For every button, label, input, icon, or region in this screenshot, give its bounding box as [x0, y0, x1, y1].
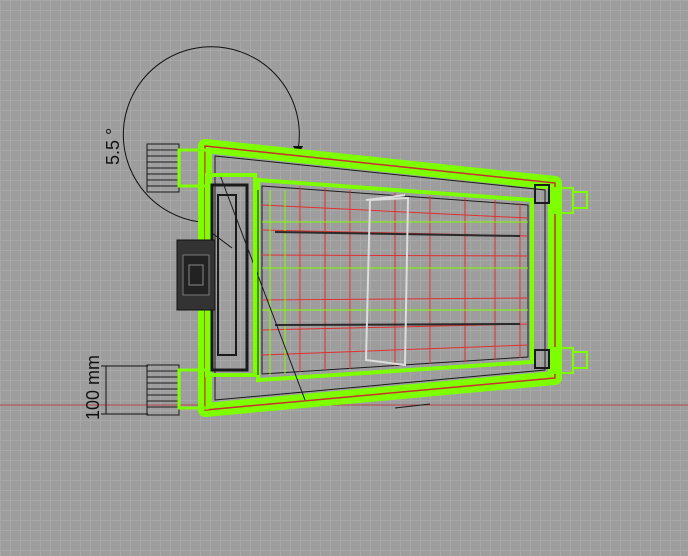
basket-rail [364, 194, 410, 367]
width-label: 100 mm [83, 355, 103, 420]
basket-grid-red [299, 186, 521, 372]
angle-label: 5.5 ° [103, 128, 123, 165]
basket-rods [274, 231, 521, 326]
width-dimension: 100 mm [83, 355, 148, 420]
cart-wireframe [146, 139, 588, 417]
drawing-canvas[interactable]: 5.5 ° 100 mm [0, 0, 688, 556]
cad-viewport[interactable]: 5.5 ° 100 mm [0, 0, 688, 556]
handle-assembly [176, 173, 257, 377]
